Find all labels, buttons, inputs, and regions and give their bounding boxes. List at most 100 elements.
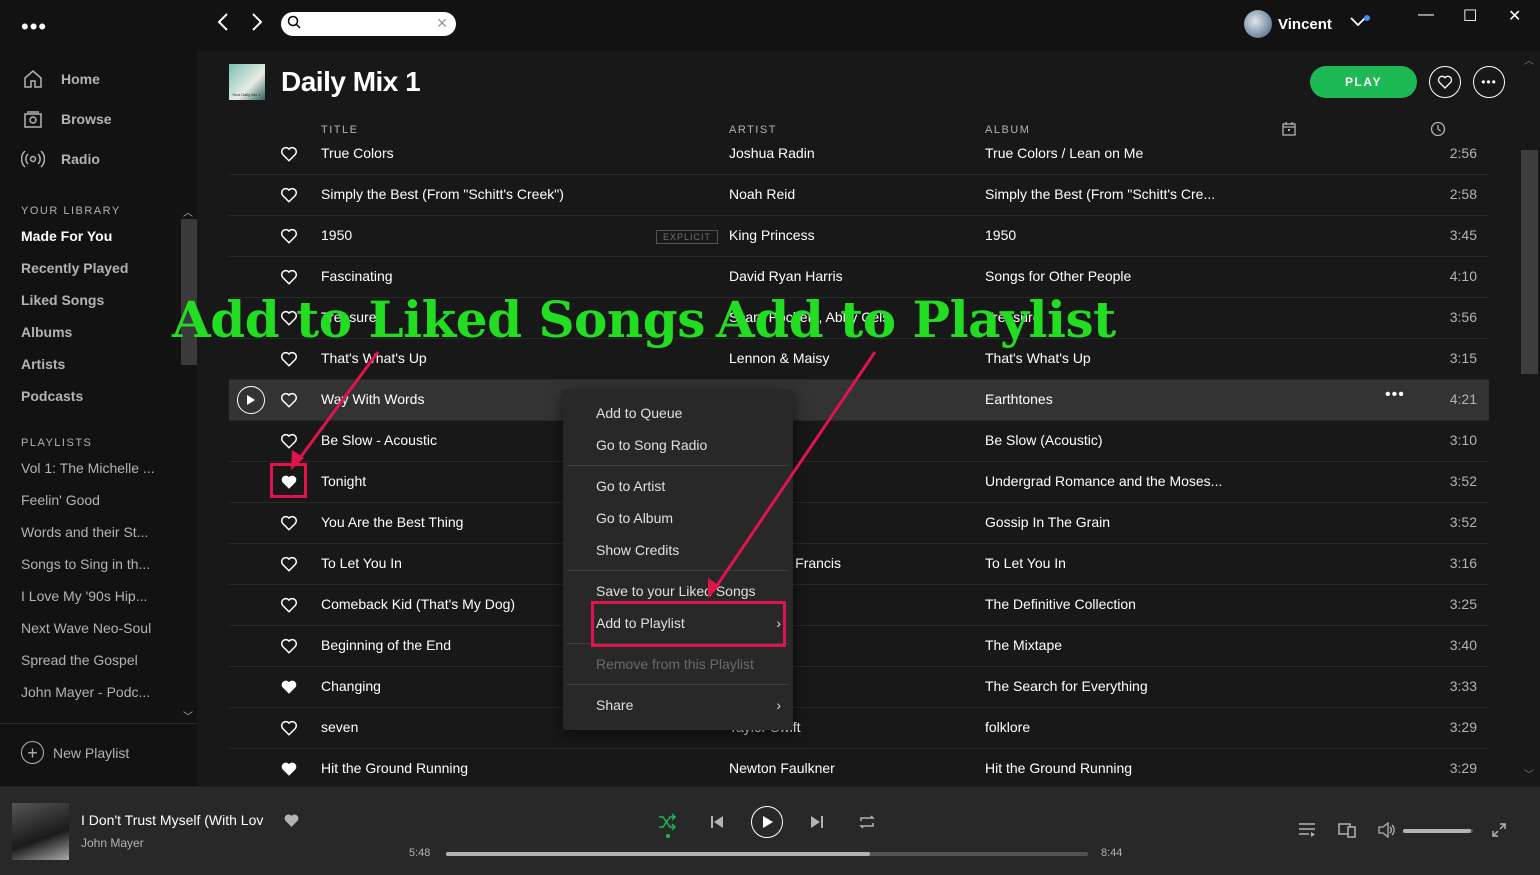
track-album[interactable]: folklore — [985, 719, 1030, 735]
heart-icon[interactable] — [280, 268, 298, 286]
track-album[interactable]: 1950 — [985, 227, 1016, 243]
track-artist[interactable]: Noah Reid — [729, 186, 795, 202]
track-album[interactable]: The Mixtape — [985, 637, 1062, 653]
maximize-icon[interactable]: ☐ — [1463, 6, 1477, 26]
scroll-down-icon[interactable]: ﹀ — [183, 708, 193, 723]
track-artist[interactable]: David Ryan Harris — [729, 268, 843, 284]
track-album[interactable]: Earthtones — [985, 391, 1053, 407]
search-input[interactable]: ✕ — [281, 12, 456, 36]
heart-icon[interactable] — [280, 350, 298, 368]
now-playing-title[interactable]: I Don't Trust Myself (With Lov — [81, 812, 263, 828]
devices-icon[interactable] — [1338, 822, 1356, 838]
repeat-icon[interactable] — [858, 814, 876, 830]
heart-icon[interactable] — [280, 432, 298, 450]
menu-show-credits[interactable]: Show Credits — [596, 542, 679, 558]
sidebar-nav-home[interactable]: Home — [21, 67, 100, 91]
play-pause-button[interactable] — [751, 806, 783, 838]
library-item-podcasts[interactable]: Podcasts — [21, 388, 83, 404]
now-playing-artist[interactable]: John Mayer — [81, 836, 144, 850]
playlist-item[interactable]: Feelin' Good — [21, 492, 100, 508]
menu-add-to-queue[interactable]: Add to Queue — [596, 405, 682, 421]
forward-arrow-icon[interactable] — [250, 12, 264, 38]
table-row[interactable]: To Let You Inaks, Cody FrancisTo Let You… — [229, 544, 1489, 585]
track-album[interactable]: Songs for Other People — [985, 268, 1131, 284]
table-row[interactable]: Beginning of the EndaklerThe Mixtape3:40 — [229, 626, 1489, 667]
heart-icon[interactable] — [280, 514, 298, 532]
track-album[interactable]: The Search for Everything — [985, 678, 1148, 694]
heart-icon[interactable] — [283, 812, 300, 829]
minimize-icon[interactable]: — — [1418, 6, 1434, 24]
track-artist[interactable]: King Princess — [729, 227, 815, 243]
app-menu-icon[interactable]: ••• — [21, 14, 47, 40]
track-album[interactable]: Gossip In The Grain — [985, 514, 1110, 530]
playlist-item[interactable]: Next Wave Neo-Soul — [21, 620, 151, 636]
track-album[interactable]: Simply the Best (From "Schitt's Cre... — [985, 186, 1215, 202]
playlist-item[interactable]: Words and their St... — [21, 524, 148, 540]
queue-icon[interactable] — [1298, 822, 1316, 838]
library-item-liked-songs[interactable]: Liked Songs — [21, 292, 104, 308]
table-row[interactable]: Be Slow - AcousticStormBe Slow (Acoustic… — [229, 421, 1489, 462]
new-playlist-button[interactable]: + New Playlist — [21, 741, 129, 764]
track-artist[interactable]: Lennon & Maisy — [729, 350, 829, 366]
menu-go-to-artist[interactable]: Go to Artist — [596, 478, 665, 494]
track-album[interactable]: To Let You In — [985, 555, 1066, 571]
heart-icon[interactable] — [280, 186, 298, 204]
heart-icon[interactable] — [280, 596, 298, 614]
menu-save-to-liked-songs[interactable]: Save to your Liked Songs — [596, 583, 756, 599]
track-album[interactable]: Undergrad Romance and the Moses... — [985, 473, 1222, 489]
library-item-artists[interactable]: Artists — [21, 356, 65, 372]
library-item-recently-played[interactable]: Recently Played — [21, 260, 128, 276]
heart-icon[interactable] — [280, 227, 298, 245]
table-row[interactable]: Simply the Best (From "Schitt's Creek") N… — [229, 175, 1489, 216]
table-row[interactable]: ••• Way With Words Earthtones 4:21 — [229, 380, 1489, 421]
track-album[interactable]: The Definitive Collection — [985, 596, 1136, 612]
row-play-button[interactable] — [237, 386, 265, 414]
scroll-up-icon[interactable]: ︿ — [183, 204, 193, 219]
close-icon[interactable]: ✕ — [1508, 6, 1521, 26]
row-more-icon[interactable]: ••• — [1385, 386, 1405, 404]
like-playlist-button[interactable] — [1429, 66, 1461, 98]
library-item-made-for-you[interactable]: Made For You — [21, 228, 112, 244]
table-row[interactable]: Hit the Ground Running Newton Faulkner Hit… — [229, 749, 1489, 790]
table-row[interactable]: Comeback Kid (That's My Dog)nenThe Defin… — [229, 585, 1489, 626]
next-icon[interactable] — [810, 815, 824, 829]
back-arrow-icon[interactable] — [216, 12, 230, 38]
table-row[interactable]: 1950 EXPLICIT King Princess 1950 3:45 — [229, 216, 1489, 257]
previous-icon[interactable] — [710, 815, 724, 829]
heart-icon[interactable] — [280, 391, 298, 409]
heart-icon[interactable] — [280, 719, 298, 737]
playlist-item[interactable]: Spread the Gospel — [21, 652, 138, 668]
menu-go-to-album[interactable]: Go to Album — [596, 510, 673, 526]
playlist-item[interactable]: I Love My '90s Hip... — [21, 588, 147, 604]
track-artist[interactable]: Joshua Radin — [729, 145, 815, 161]
fullscreen-icon[interactable] — [1492, 823, 1506, 837]
heart-icon[interactable] — [280, 555, 298, 573]
clear-search-icon[interactable]: ✕ — [436, 15, 448, 32]
progress-bar[interactable] — [446, 852, 1088, 856]
play-button[interactable]: PLAY — [1310, 66, 1417, 98]
track-album[interactable]: Be Slow (Acoustic) — [985, 432, 1102, 448]
menu-go-to-song-radio[interactable]: Go to Song Radio — [596, 437, 707, 453]
table-row[interactable]: sevenTaylor Swiftfolklore3:29 — [229, 708, 1489, 749]
scrollbar-thumb[interactable] — [1521, 150, 1538, 374]
track-album[interactable]: True Colors / Lean on Me — [985, 145, 1143, 161]
playlist-item[interactable]: Vol 1: The Michelle ... — [21, 460, 155, 476]
track-album[interactable]: That's What's Up — [985, 350, 1091, 366]
track-artist[interactable]: Newton Faulkner — [729, 760, 835, 776]
volume-slider[interactable] — [1403, 829, 1473, 833]
sidebar-nav-browse[interactable]: Browse — [21, 107, 112, 131]
library-item-albums[interactable]: Albums — [21, 324, 72, 340]
now-playing-cover[interactable] — [12, 803, 69, 860]
scroll-up-icon[interactable]: ︿ — [1524, 52, 1534, 67]
playlist-item[interactable]: John Mayer - Podc... — [21, 684, 150, 700]
heart-icon[interactable] — [280, 637, 298, 655]
sidebar-nav-radio[interactable]: Radio — [21, 147, 100, 171]
main-scrollbar[interactable]: ︿ ﹀ — [1520, 50, 1540, 786]
heart-icon[interactable] — [280, 760, 298, 778]
table-row[interactable]: You Are the Best ThingntagneGossip In Th… — [229, 503, 1489, 544]
table-row[interactable]: True Colors Joshua Radin True Colors / Lea… — [229, 134, 1489, 175]
heart-icon[interactable] — [280, 678, 298, 696]
more-options-button[interactable]: ••• — [1473, 66, 1505, 98]
shuffle-icon[interactable] — [658, 813, 676, 831]
table-row[interactable]: TonightDayUndergrad Romance and the Mose… — [229, 462, 1489, 503]
